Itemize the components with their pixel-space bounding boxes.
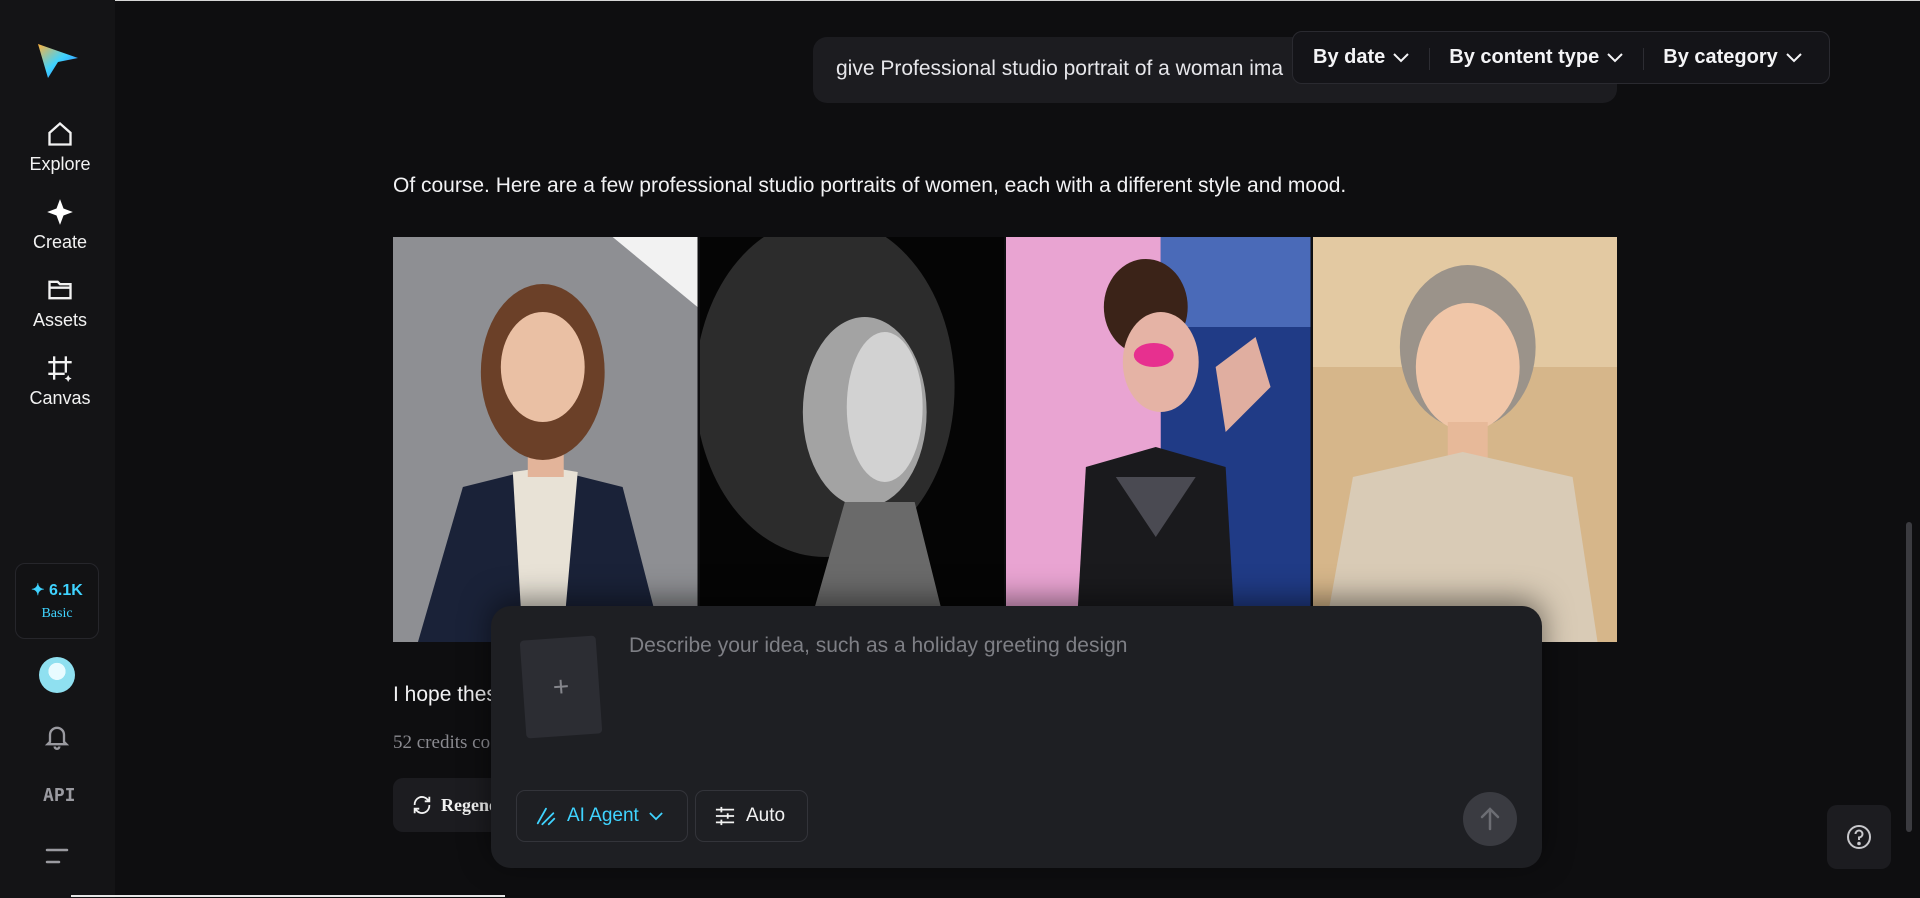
chevron-down-icon: [1786, 52, 1802, 62]
nav-assets[interactable]: Assets: [0, 276, 120, 331]
sidebar: Explore Create Assets Canvas ✦ 6.1K Basi…: [0, 0, 115, 898]
regenerate-label: Regene: [441, 794, 497, 815]
nav-explore[interactable]: Explore: [0, 120, 120, 175]
bottom-border: [71, 895, 505, 897]
filter-by-content-type[interactable]: By content type: [1429, 32, 1643, 83]
sliders-icon: [715, 806, 735, 826]
portrait-image-2[interactable]: [699, 237, 1004, 642]
filter-by-category[interactable]: By category: [1643, 32, 1822, 83]
portrait-image-4[interactable]: [1312, 237, 1617, 642]
filter-label: By category: [1663, 46, 1778, 68]
prompt-input[interactable]: [629, 634, 1509, 658]
api-link[interactable]: API: [43, 785, 76, 806]
menu-icon[interactable]: [45, 846, 69, 866]
closing-text: I hope thes: [393, 683, 497, 706]
auto-label: Auto: [746, 805, 786, 826]
plan-label: Basic: [41, 606, 73, 621]
avatar[interactable]: [39, 657, 75, 693]
bell-icon[interactable]: [43, 722, 71, 750]
refresh-icon: [413, 796, 431, 814]
chevron-down-icon: [1393, 52, 1409, 62]
filter-label: By date: [1313, 46, 1386, 68]
composer: + AI Agent Auto: [491, 606, 1542, 868]
filter-bar: By date By content type By category: [1292, 31, 1830, 84]
scrollbar[interactable]: [1906, 522, 1912, 832]
home-icon: [48, 121, 72, 146]
agent-label: AI Agent: [567, 805, 639, 826]
plus-icon: +: [551, 670, 571, 703]
arrow-up-icon: [1480, 807, 1500, 831]
generated-images: [393, 237, 1617, 642]
agent-icon: [536, 807, 556, 826]
chevron-down-icon: [1607, 52, 1623, 62]
logo-icon[interactable]: [36, 40, 80, 80]
sparkle-icon: [47, 199, 73, 225]
auto-settings-button[interactable]: Auto: [695, 790, 808, 842]
send-button[interactable]: [1463, 792, 1517, 846]
nav-canvas[interactable]: Canvas: [0, 354, 120, 409]
nav-explore-label: Explore: [29, 154, 91, 174]
canvas-icon: [48, 356, 72, 382]
credits-consumed: 52 credits co: [393, 732, 491, 753]
portrait-image-3[interactable]: [1006, 237, 1311, 642]
filter-label: By content type: [1449, 46, 1600, 68]
credits-badge[interactable]: ✦ 6.1K Basic: [15, 563, 99, 639]
credits-count: ✦ 6.1K: [31, 582, 83, 599]
help-button[interactable]: [1827, 805, 1891, 869]
filter-by-date[interactable]: By date: [1293, 32, 1429, 83]
top-border: [0, 0, 1920, 1]
nav-create-label: Create: [32, 232, 88, 252]
ai-agent-dropdown[interactable]: AI Agent: [516, 790, 688, 842]
folder-icon: [48, 280, 72, 300]
nav-create[interactable]: Create: [0, 198, 120, 253]
nav-canvas-label: Canvas: [29, 388, 91, 408]
assistant-reply: Of course. Here are a few professional s…: [393, 174, 1347, 197]
chevron-down-icon: [649, 811, 663, 820]
help-icon: [1847, 825, 1871, 849]
upload-image-button[interactable]: +: [519, 635, 603, 739]
portrait-image-1[interactable]: [393, 237, 698, 642]
nav-assets-label: Assets: [32, 310, 88, 330]
